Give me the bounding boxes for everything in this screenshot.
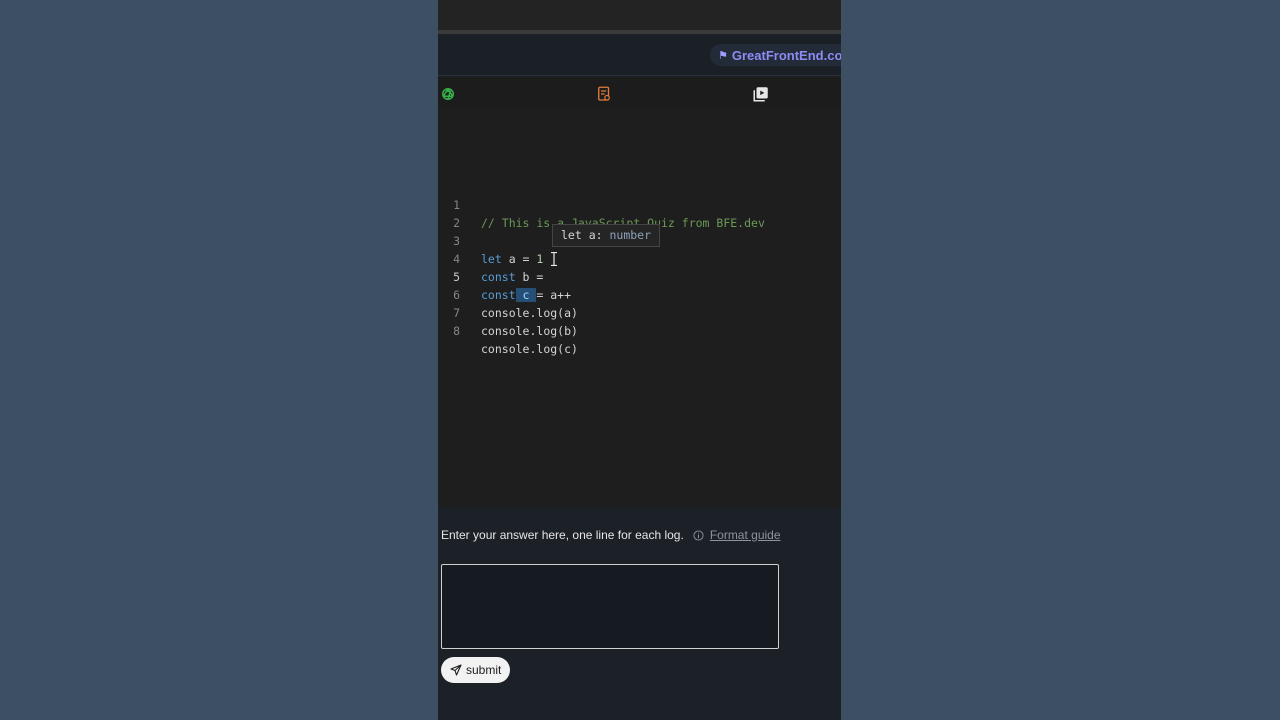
- promo-label: GreatFrontEnd.com: [731, 47, 841, 63]
- type-hover-tooltip: let a: number: [552, 224, 661, 247]
- code-editor[interactable]: 1 // This is a JavaScript Quiz from BFE.…: [438, 109, 841, 507]
- code-line-6: 6 console.log(a): [438, 268, 841, 320]
- code-line-2: 2: [438, 196, 841, 230]
- answer-instructions: Enter your answer here, one line for eac…: [441, 528, 781, 542]
- code-function: log: [536, 342, 558, 356]
- hover-signature: let a:: [561, 228, 610, 242]
- notes-icon[interactable]: [595, 85, 613, 103]
- code-args: (c): [557, 342, 578, 356]
- right-backdrop: [841, 0, 1280, 720]
- promo-banner: ⚑ GreatFrontEnd.com: [438, 34, 841, 76]
- code-function: log: [536, 324, 558, 338]
- code-args: (b): [557, 324, 578, 338]
- openai-icon[interactable]: [439, 85, 457, 103]
- code-object: console.: [481, 324, 537, 338]
- info-icon: [693, 529, 704, 541]
- promo-link[interactable]: ⚑ GreatFrontEnd.com: [710, 44, 841, 66]
- code-object: console.: [481, 342, 537, 356]
- text-cursor-icon: [551, 252, 557, 266]
- answer-input[interactable]: [441, 564, 779, 649]
- code-line-1: 1 // This is a JavaScript Quiz from BFE.…: [438, 178, 841, 230]
- line-number: 8: [453, 324, 460, 338]
- submit-label: submit: [466, 663, 502, 677]
- video-icon[interactable]: [752, 85, 770, 103]
- submit-button[interactable]: submit: [441, 657, 511, 683]
- editor-toolbar: [438, 77, 841, 109]
- answer-section: Enter your answer here, one line for eac…: [438, 507, 841, 720]
- flag-icon: ⚑: [718, 49, 728, 62]
- left-backdrop: [0, 0, 438, 720]
- send-icon: [450, 664, 462, 676]
- code-line-8: 8 console.log(c): [438, 304, 841, 356]
- hover-type: number: [609, 228, 652, 242]
- code-line-7: 7 console.log(b): [438, 286, 841, 338]
- top-bar: [438, 0, 841, 30]
- code-line-5: 5 const c = a++: [438, 250, 841, 302]
- quiz-app: ⚑ GreatFrontEnd.com 1 // This is a JavaS…: [438, 0, 841, 720]
- format-guide-link[interactable]: Format guide: [710, 528, 781, 542]
- answer-label-text: Enter your answer here, one line for eac…: [441, 528, 684, 542]
